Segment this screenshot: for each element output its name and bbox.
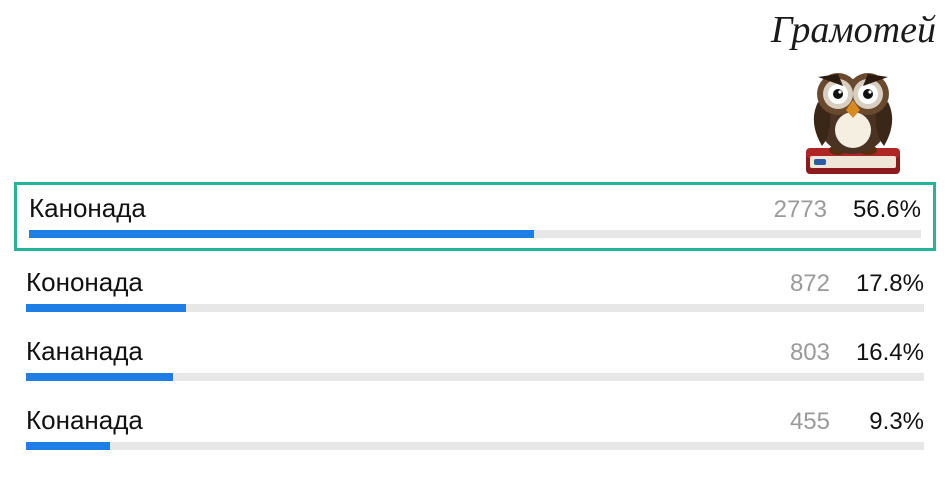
option-row: Канонада 2773 56.6% bbox=[14, 182, 936, 251]
option-numbers: 803 16.4% bbox=[790, 339, 924, 367]
option-head: Кононада 872 17.8% bbox=[26, 267, 924, 298]
option-label: Кананада bbox=[26, 336, 143, 367]
option-row: Кононада 872 17.8% bbox=[14, 261, 936, 320]
option-count: 872 bbox=[790, 270, 830, 298]
option-bar-track bbox=[26, 304, 924, 312]
option-count: 2773 bbox=[774, 196, 827, 224]
option-percent: 16.4% bbox=[852, 339, 924, 367]
option-percent: 17.8% bbox=[852, 270, 924, 298]
option-head: Канонада 2773 56.6% bbox=[29, 193, 921, 224]
option-bar-track bbox=[26, 442, 924, 450]
option-numbers: 2773 56.6% bbox=[774, 196, 921, 224]
owl-on-book-icon bbox=[771, 52, 936, 182]
option-bar-fill bbox=[26, 373, 173, 381]
option-bar-fill bbox=[29, 230, 534, 238]
poll-results: Канонада 2773 56.6% Кононада 872 17.8% К… bbox=[14, 182, 936, 468]
brand-name: Грамотей bbox=[771, 8, 936, 52]
option-bar-track bbox=[26, 373, 924, 381]
option-label: Кононада bbox=[26, 267, 143, 298]
option-row: Кананада 803 16.4% bbox=[14, 330, 936, 389]
option-percent: 9.3% bbox=[852, 408, 924, 436]
option-numbers: 872 17.8% bbox=[790, 270, 924, 298]
brand-block: Грамотей bbox=[771, 8, 936, 182]
option-numbers: 455 9.3% bbox=[790, 408, 924, 436]
option-count: 803 bbox=[790, 339, 830, 367]
option-bar-fill bbox=[26, 442, 110, 450]
option-bar-fill bbox=[26, 304, 186, 312]
option-label: Конанада bbox=[26, 405, 143, 436]
option-percent: 56.6% bbox=[849, 196, 921, 224]
option-count: 455 bbox=[790, 408, 830, 436]
option-label: Канонада bbox=[29, 193, 146, 224]
option-head: Конанада 455 9.3% bbox=[26, 405, 924, 436]
option-row: Конанада 455 9.3% bbox=[14, 399, 936, 458]
option-bar-track bbox=[29, 230, 921, 238]
option-head: Кананада 803 16.4% bbox=[26, 336, 924, 367]
